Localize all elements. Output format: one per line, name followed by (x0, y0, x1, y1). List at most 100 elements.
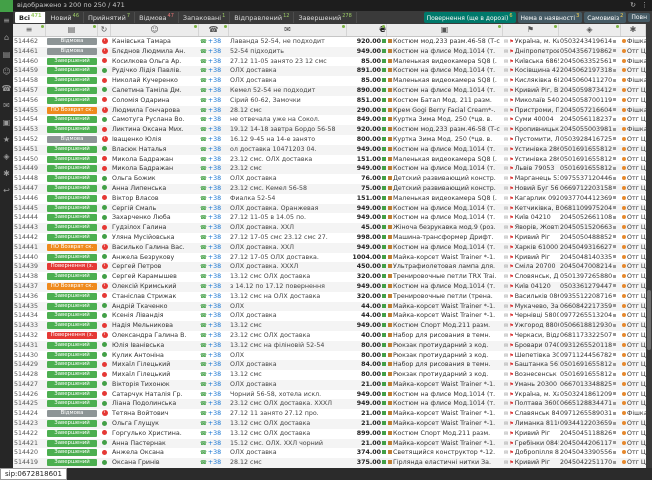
product-name[interactable]: Майка-корсет Waist Trainer *-1. (393, 381, 495, 388)
product-name[interactable]: Маленькая видеокамера SQ8 (. (393, 58, 497, 65)
customer-name[interactable]: Анна Липенська (111, 184, 199, 194)
settings-icon[interactable]: ✱ (0, 165, 13, 182)
order-id[interactable]: 514432 (13, 331, 46, 341)
customer-name[interactable]: Сергей Карамышев (111, 272, 199, 282)
phone-link[interactable]: ☎+38 (199, 409, 229, 419)
product-name[interactable]: Костюм на флисе Мод.1014 (т. (393, 87, 495, 94)
status-badge[interactable]: Завершений (47, 67, 97, 74)
status-pill-Повернення (ще в дорозі)[interactable]: Повернення (ще в дорозі)6 (424, 12, 516, 23)
customer-name[interactable]: Рудічко Лідія Павлів. (111, 66, 199, 76)
customer-name[interactable]: Іващенко Юлія (111, 135, 199, 145)
customer-name[interactable]: Оксана Гринів (111, 458, 199, 468)
customer-name[interactable]: Анжела Оксана (111, 448, 199, 458)
order-id[interactable]: 514425 (13, 399, 46, 409)
product-name[interactable]: Костюм Спорт Мод.211 разм. (393, 430, 490, 437)
status-badge[interactable]: Завершений (47, 87, 97, 94)
product-name[interactable]: Костюм на флисе Мод.1014 (т. (393, 48, 495, 55)
status-badge[interactable]: Завершений (47, 342, 97, 349)
tab-Всі[interactable]: Всі471 (15, 12, 46, 23)
status-badge[interactable]: Завершений (47, 303, 97, 310)
info-icon[interactable]: i (102, 244, 108, 250)
order-id[interactable]: 514420 (13, 448, 46, 458)
order-id[interactable]: 514451 (13, 145, 46, 155)
status-badge[interactable]: Завершений (47, 165, 97, 172)
product-name[interactable]: Тренировочные петли TRX Trai. (393, 273, 496, 280)
customer-name[interactable]: Людмила Гончарова (111, 106, 199, 116)
logout-icon[interactable]: ↩ (0, 182, 13, 199)
ttn-number[interactable]: 2045045118826 (559, 429, 621, 439)
product-name[interactable]: Крем Gogi Berry Facial Cream*-. (393, 107, 495, 114)
status-badge[interactable]: Завершений (47, 273, 97, 280)
customer-name[interactable]: Михаїл Гілецький (111, 370, 199, 380)
ttn-number[interactable]: 0501691655812 (559, 360, 621, 370)
delivery-icon[interactable]: ⚑ (503, 24, 559, 36)
order-id[interactable]: 514450 (13, 155, 46, 165)
status-badge[interactable]: Завершений (47, 146, 97, 153)
app-logo[interactable] (0, 0, 13, 12)
phone-link[interactable]: ☎+38 (199, 243, 229, 253)
customer-name[interactable]: Михаїл Гілецький (111, 360, 199, 370)
info-icon[interactable]: i (102, 136, 108, 142)
customer-name[interactable]: Ликтина Оксана Мих. (111, 125, 199, 135)
phone-link[interactable]: ☎+38 (199, 380, 229, 390)
ttn-number[interactable]: 2045050488852 (559, 233, 621, 243)
customer-name[interactable]: Вікторія Тихонюк (111, 380, 199, 390)
ttn-number[interactable]: 0506618812930 (559, 321, 621, 331)
ttn-number[interactable]: 0931265520118 (559, 341, 621, 351)
order-id[interactable]: 514422 (13, 429, 46, 439)
status-badge[interactable]: Завершений (47, 97, 97, 104)
status-badge[interactable]: Завершений (47, 58, 97, 65)
status-badge[interactable]: Відмова (47, 38, 97, 45)
sum-icon[interactable]: ₴ (347, 24, 387, 36)
phone-link[interactable]: ☎+38 (199, 76, 229, 86)
phone-link[interactable]: ☎+38 (199, 135, 229, 145)
order-id[interactable]: 514429 (13, 360, 46, 370)
customer-name[interactable]: Віктор Власов (111, 194, 199, 204)
customer-name[interactable]: Захарченко Люба (111, 213, 199, 223)
phone-link[interactable]: ☎+38 (199, 399, 229, 409)
order-id[interactable]: 514424 (13, 409, 46, 419)
order-id[interactable]: 514419 (13, 458, 46, 468)
tab-Запаковані[interactable]: Запаковані1 (179, 12, 230, 23)
order-id[interactable]: 514452 (13, 135, 46, 145)
product-name[interactable]: Костюм на флисе Мод.1014 (т. (393, 244, 495, 251)
phone-link[interactable]: ☎+38 (199, 429, 229, 439)
phone-link[interactable]: ☎+38 (199, 351, 229, 361)
status-badge[interactable]: Повернення (з. (47, 332, 97, 339)
phone-link[interactable]: ☎+38 (199, 96, 229, 106)
ttn-number[interactable]: 2045055003981 (559, 125, 621, 135)
clients-icon[interactable]: ☺ (111, 24, 199, 36)
customer-name[interactable]: Канівська Тамара (111, 37, 199, 47)
phone-link[interactable]: ☎+38 (199, 86, 229, 96)
order-id[interactable]: 514448 (13, 174, 46, 184)
ttn-number[interactable]: 0665128834471 (559, 399, 621, 409)
phone-link[interactable]: ☎+38 (199, 458, 229, 468)
phone-link[interactable]: ☎+38 (199, 233, 229, 243)
status-badge[interactable]: Завершений (47, 156, 97, 163)
ttn-number[interactable]: 2045056118237 (559, 115, 621, 125)
status-icon[interactable]: ▤ (46, 24, 98, 36)
ttn-number[interactable]: 0501691655812 (559, 164, 621, 174)
product-name[interactable]: Костюм на флисе Мод.1014 (т. (393, 205, 495, 212)
tab-Відправлений[interactable]: Відправлений12 (230, 12, 294, 23)
ttn-number[interactable]: 0681173322507 (559, 331, 621, 341)
phone-link[interactable]: ☎+38 (199, 282, 229, 292)
ttn-number[interactable]: 0501691655812 (559, 145, 621, 155)
customer-name[interactable]: Ліана Подолинська (111, 399, 199, 409)
customer-name[interactable]: Тетяна Войтович (111, 409, 199, 419)
product-name[interactable]: Рюкзак протиударний з код. (393, 342, 488, 349)
phone-link[interactable]: ☎+38 (199, 262, 229, 272)
ttn-number[interactable]: 2045062197318 (559, 66, 621, 76)
product-name[interactable]: Майка-корсет Waist Trainer *-1. (393, 410, 495, 417)
status-badge[interactable]: ПО Возврат ск. (47, 283, 97, 290)
info-icon[interactable]: i (102, 107, 108, 113)
status-badge[interactable]: Завершений (47, 391, 97, 398)
status-badge[interactable]: Завершений (47, 254, 97, 261)
ttn-number[interactable]: 2045052661108 (559, 213, 621, 223)
favorites-icon[interactable]: ★ (0, 131, 13, 148)
customer-name[interactable]: Надія Мельникова (111, 321, 199, 331)
ttn-number[interactable]: 2045063352561 (559, 57, 621, 67)
phone-link[interactable]: ☎+38 (199, 164, 229, 174)
messages-icon[interactable]: ✉ (0, 97, 13, 114)
ttn-number[interactable]: 2045048140335 (559, 253, 621, 263)
